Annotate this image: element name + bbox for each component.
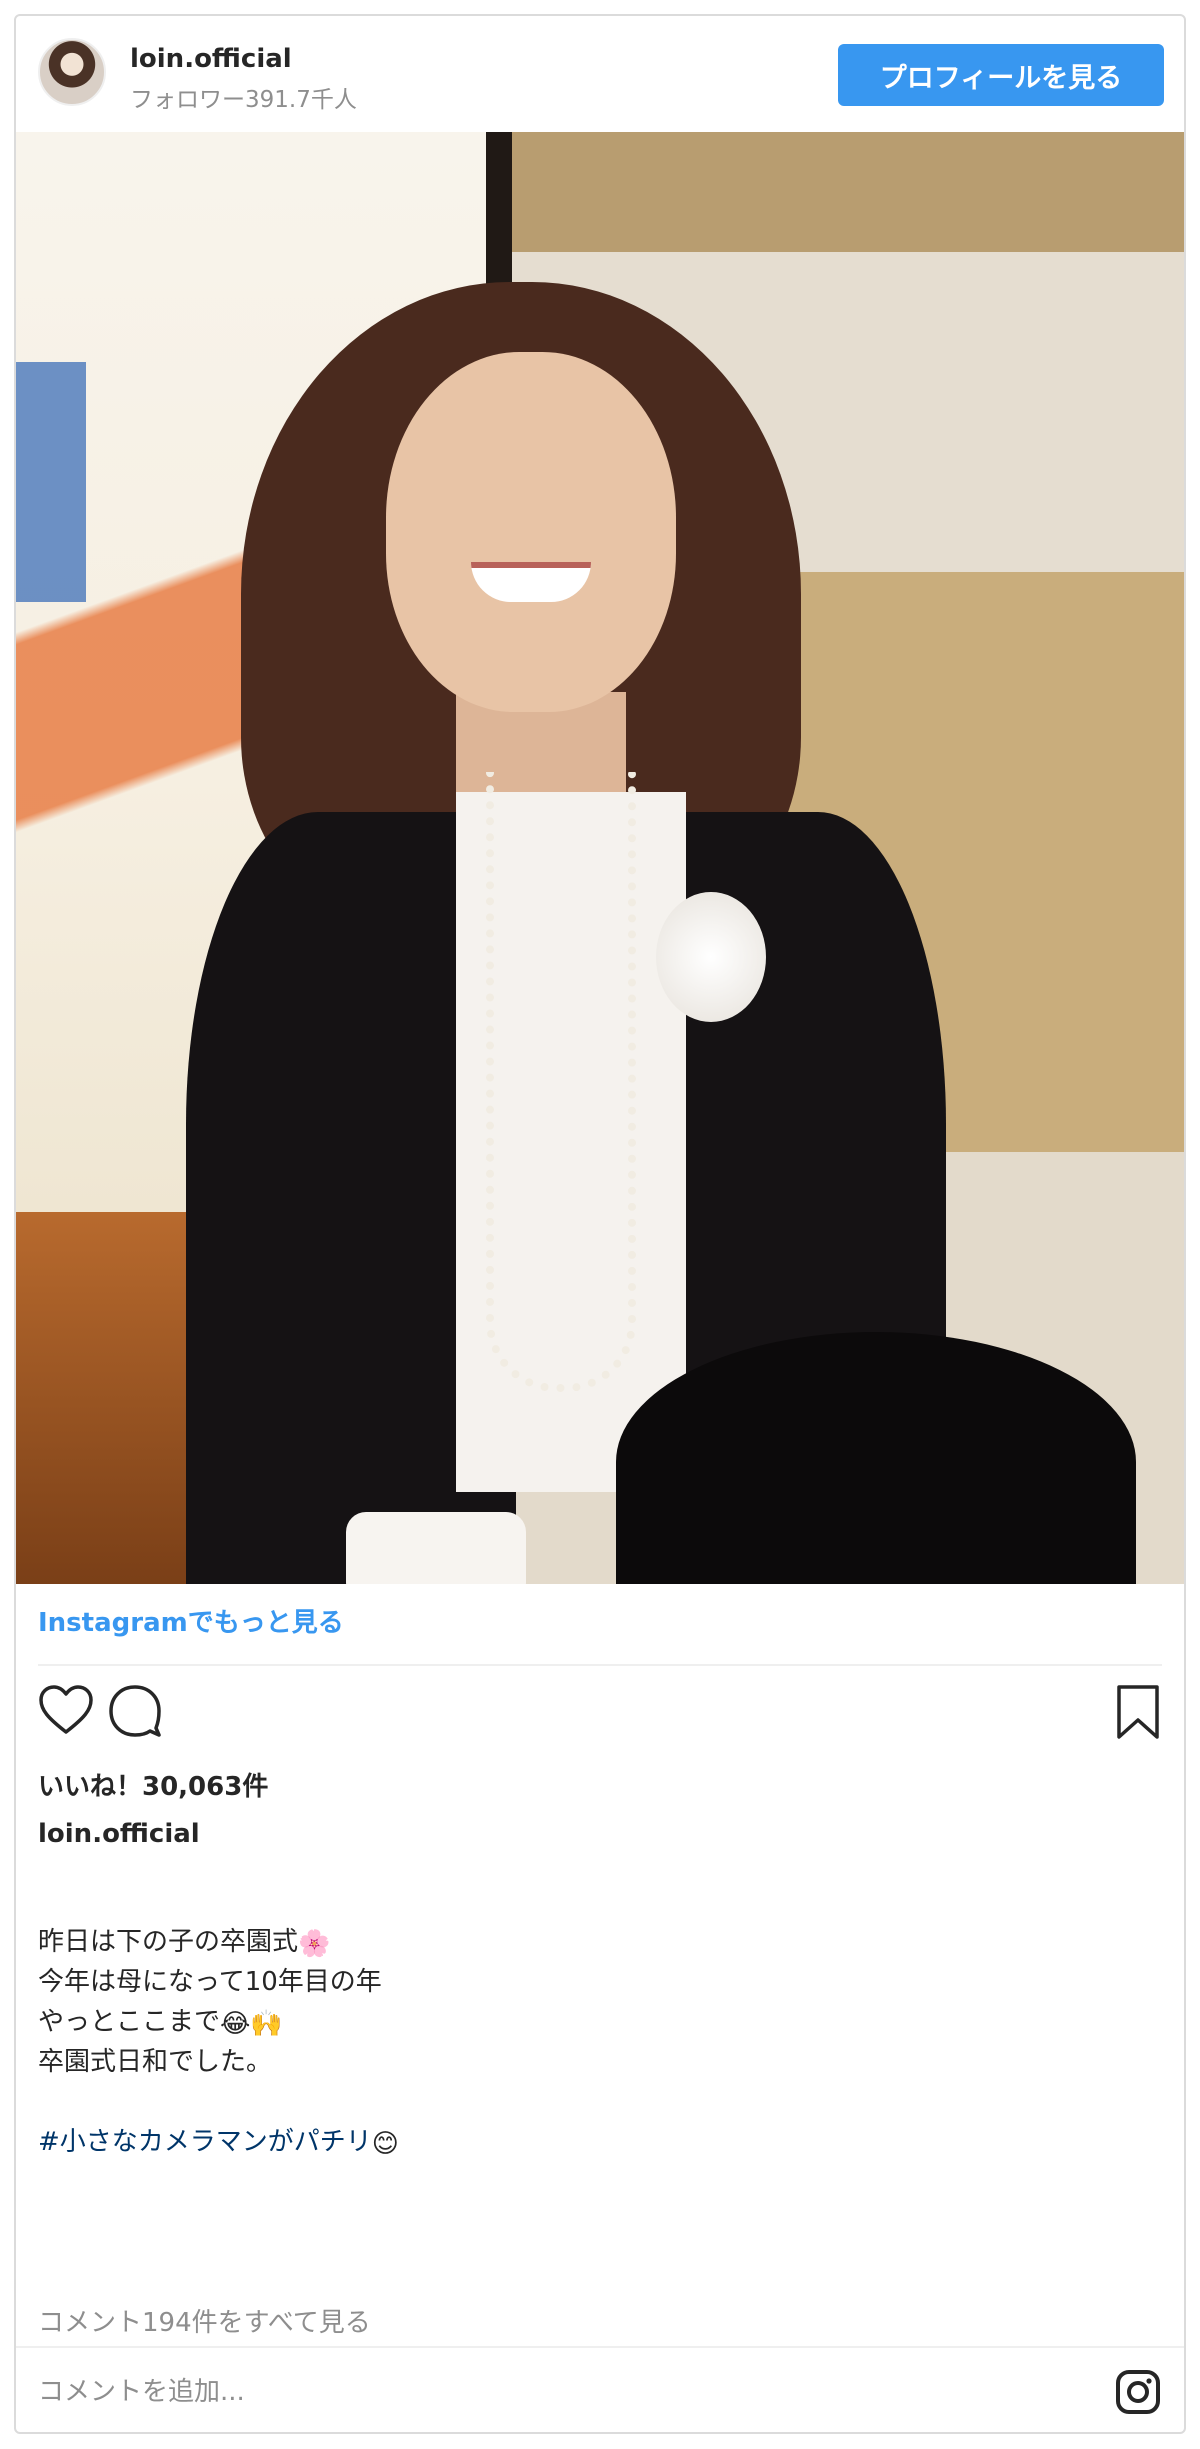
caption-line: 今年は母になって10年目の年 bbox=[38, 1967, 382, 1997]
follower-count: フォロワー391.7千人 bbox=[130, 87, 357, 113]
view-profile-button[interactable]: プロフィールを見る bbox=[838, 44, 1164, 106]
photo-coat bbox=[616, 1332, 1136, 1584]
comment-bar bbox=[16, 2346, 1184, 2432]
like-count[interactable]: いいね！30,063件 bbox=[38, 1766, 268, 1803]
photo-camellia-brooch bbox=[656, 892, 766, 1022]
comment-input[interactable] bbox=[38, 2370, 1038, 2414]
photo-wall bbox=[512, 132, 1184, 252]
photo-painting-accent bbox=[16, 362, 86, 602]
divider bbox=[38, 1664, 1162, 1666]
instagram-logo-icon[interactable] bbox=[1114, 2368, 1162, 2416]
username[interactable]: loin.official bbox=[130, 44, 292, 74]
view-more-on-instagram-link[interactable]: Instagramでもっと見る bbox=[38, 1602, 344, 1639]
hashtag-link[interactable]: #小さなカメラマンがパチリ bbox=[38, 2127, 372, 2157]
caption-username[interactable]: loin.official bbox=[38, 1819, 200, 1849]
photo-pearls bbox=[486, 772, 636, 1392]
caption-line: 昨日は下の子の卒園式 bbox=[38, 1927, 299, 1957]
view-all-comments-link[interactable]: コメント194件をすべて見る bbox=[38, 2302, 371, 2339]
post-caption: 昨日は下の子の卒園式🌸 今年は母になって10年目の年 やっとここまで😂🙌 卒園式… bbox=[38, 1922, 399, 2162]
avatar[interactable] bbox=[38, 38, 106, 106]
post-photo[interactable] bbox=[16, 132, 1184, 1584]
laughing-raised-hands-icon: 😂🙌 bbox=[220, 2009, 283, 2039]
photo-face bbox=[386, 352, 676, 712]
caption-line: やっとここまで bbox=[38, 2007, 221, 2037]
comment-icon[interactable] bbox=[108, 1684, 162, 1738]
cherry-blossom-icon: 🌸 bbox=[298, 1929, 331, 1959]
smiling-face-icon: 😊 bbox=[371, 2129, 399, 2159]
bookmark-icon[interactable] bbox=[1116, 1684, 1160, 1740]
heart-icon[interactable] bbox=[38, 1684, 94, 1736]
photo-cuff bbox=[346, 1512, 526, 1584]
post-header: loin.official フォロワー391.7千人 プロフィールを見る bbox=[16, 16, 1184, 134]
caption-line: 卒園式日和でした。 bbox=[38, 2047, 273, 2077]
instagram-embed-card: loin.official フォロワー391.7千人 プロフィールを見る Ins… bbox=[14, 14, 1186, 2434]
